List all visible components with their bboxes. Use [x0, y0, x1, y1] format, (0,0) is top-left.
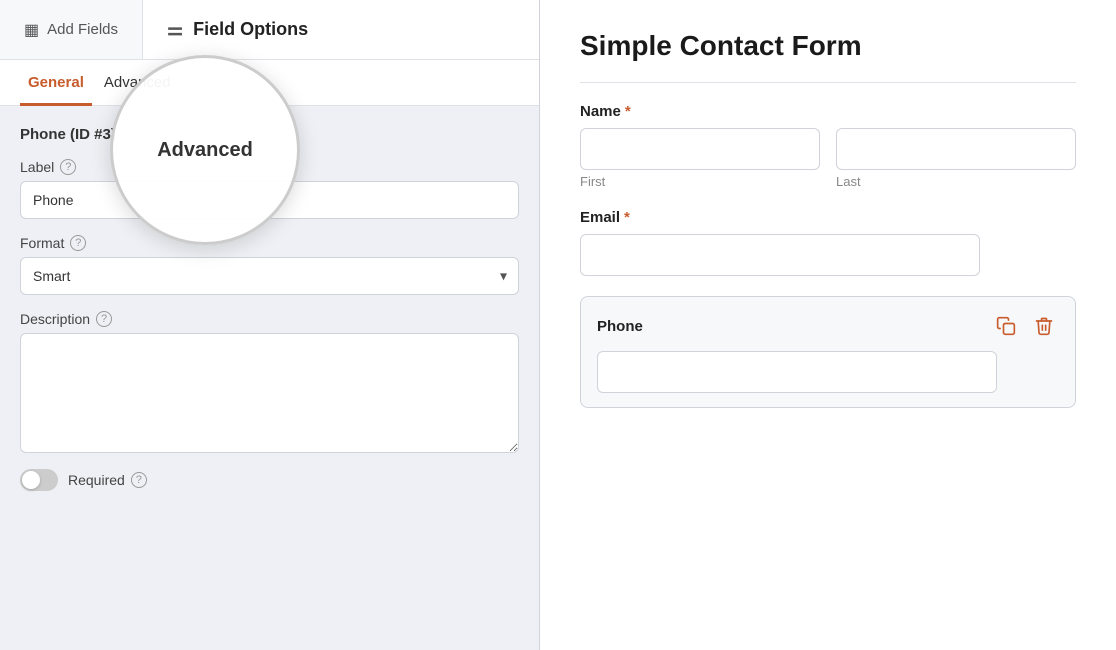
required-help-icon[interactable]: ? — [131, 472, 147, 488]
phone-block-header: Phone — [597, 311, 1059, 341]
add-fields-label: Add Fields — [47, 21, 118, 38]
format-help-icon[interactable]: ? — [70, 235, 86, 251]
phone-block-label: Phone — [597, 318, 643, 335]
label-help-icon[interactable]: ? — [60, 159, 76, 175]
email-field-group: Email * — [580, 209, 1076, 276]
name-inputs: First Last — [580, 128, 1076, 189]
zoom-advanced-label: Advanced — [157, 139, 253, 162]
format-text: Format — [20, 235, 64, 251]
last-name-sublabel: Last — [836, 174, 1076, 189]
email-label-text: Email — [580, 209, 620, 226]
right-panel: Simple Contact Form Name * First Last Em… — [540, 0, 1116, 650]
name-field-label: Name * — [580, 103, 1076, 120]
form-title: Simple Contact Form — [580, 30, 1076, 62]
phone-delete-button[interactable] — [1029, 311, 1059, 341]
left-panel: ▦ Add Fields ⚌ Field Options General Adv… — [0, 0, 540, 650]
toggle-knob — [22, 471, 40, 489]
last-name-wrap: Last — [836, 128, 1076, 189]
description-text: Description — [20, 311, 90, 327]
name-field-group: Name * First Last — [580, 103, 1076, 189]
first-name-input[interactable] — [580, 128, 820, 170]
email-field-label: Email * — [580, 209, 1076, 226]
label-text: Label — [20, 159, 54, 175]
phone-input[interactable] — [597, 351, 997, 393]
phone-block-actions — [991, 311, 1059, 341]
add-fields-button[interactable]: ▦ Add Fields — [0, 0, 143, 59]
required-row: Required ? — [20, 469, 519, 501]
description-field-label: Description ? — [20, 311, 519, 327]
table-icon: ▦ — [24, 20, 39, 40]
zoom-circle-content: Advanced — [137, 119, 273, 182]
description-textarea[interactable] — [20, 333, 519, 453]
description-help-icon[interactable]: ? — [96, 311, 112, 327]
last-name-input[interactable] — [836, 128, 1076, 170]
first-name-sublabel: First — [580, 174, 820, 189]
required-label: Required ? — [68, 472, 147, 488]
field-options-title: Field Options — [193, 19, 308, 40]
phone-copy-button[interactable] — [991, 311, 1021, 341]
tab-general-label: General — [28, 74, 84, 91]
format-select[interactable]: Smart US International — [20, 257, 519, 295]
email-required-star: * — [624, 209, 630, 226]
format-select-wrapper: Smart US International ▾ — [20, 257, 519, 295]
first-name-wrap: First — [580, 128, 820, 189]
field-options-header: ⚌ Field Options — [143, 0, 539, 59]
top-bar: ▦ Add Fields ⚌ Field Options — [0, 0, 539, 60]
required-text: Required — [68, 472, 125, 488]
format-field-label: Format ? — [20, 235, 519, 251]
tab-general[interactable]: General — [20, 60, 92, 106]
phone-field-block: Phone — [580, 296, 1076, 408]
email-input[interactable] — [580, 234, 980, 276]
sliders-icon: ⚌ — [167, 19, 183, 40]
required-toggle[interactable] — [20, 469, 58, 491]
form-divider — [580, 82, 1076, 83]
name-label-text: Name — [580, 103, 621, 120]
name-required-star: * — [625, 103, 631, 120]
format-field-group: Format ? Smart US International ▾ — [20, 235, 519, 295]
zoom-circle: Advanced — [110, 55, 300, 245]
description-field-group: Description ? — [20, 311, 519, 453]
